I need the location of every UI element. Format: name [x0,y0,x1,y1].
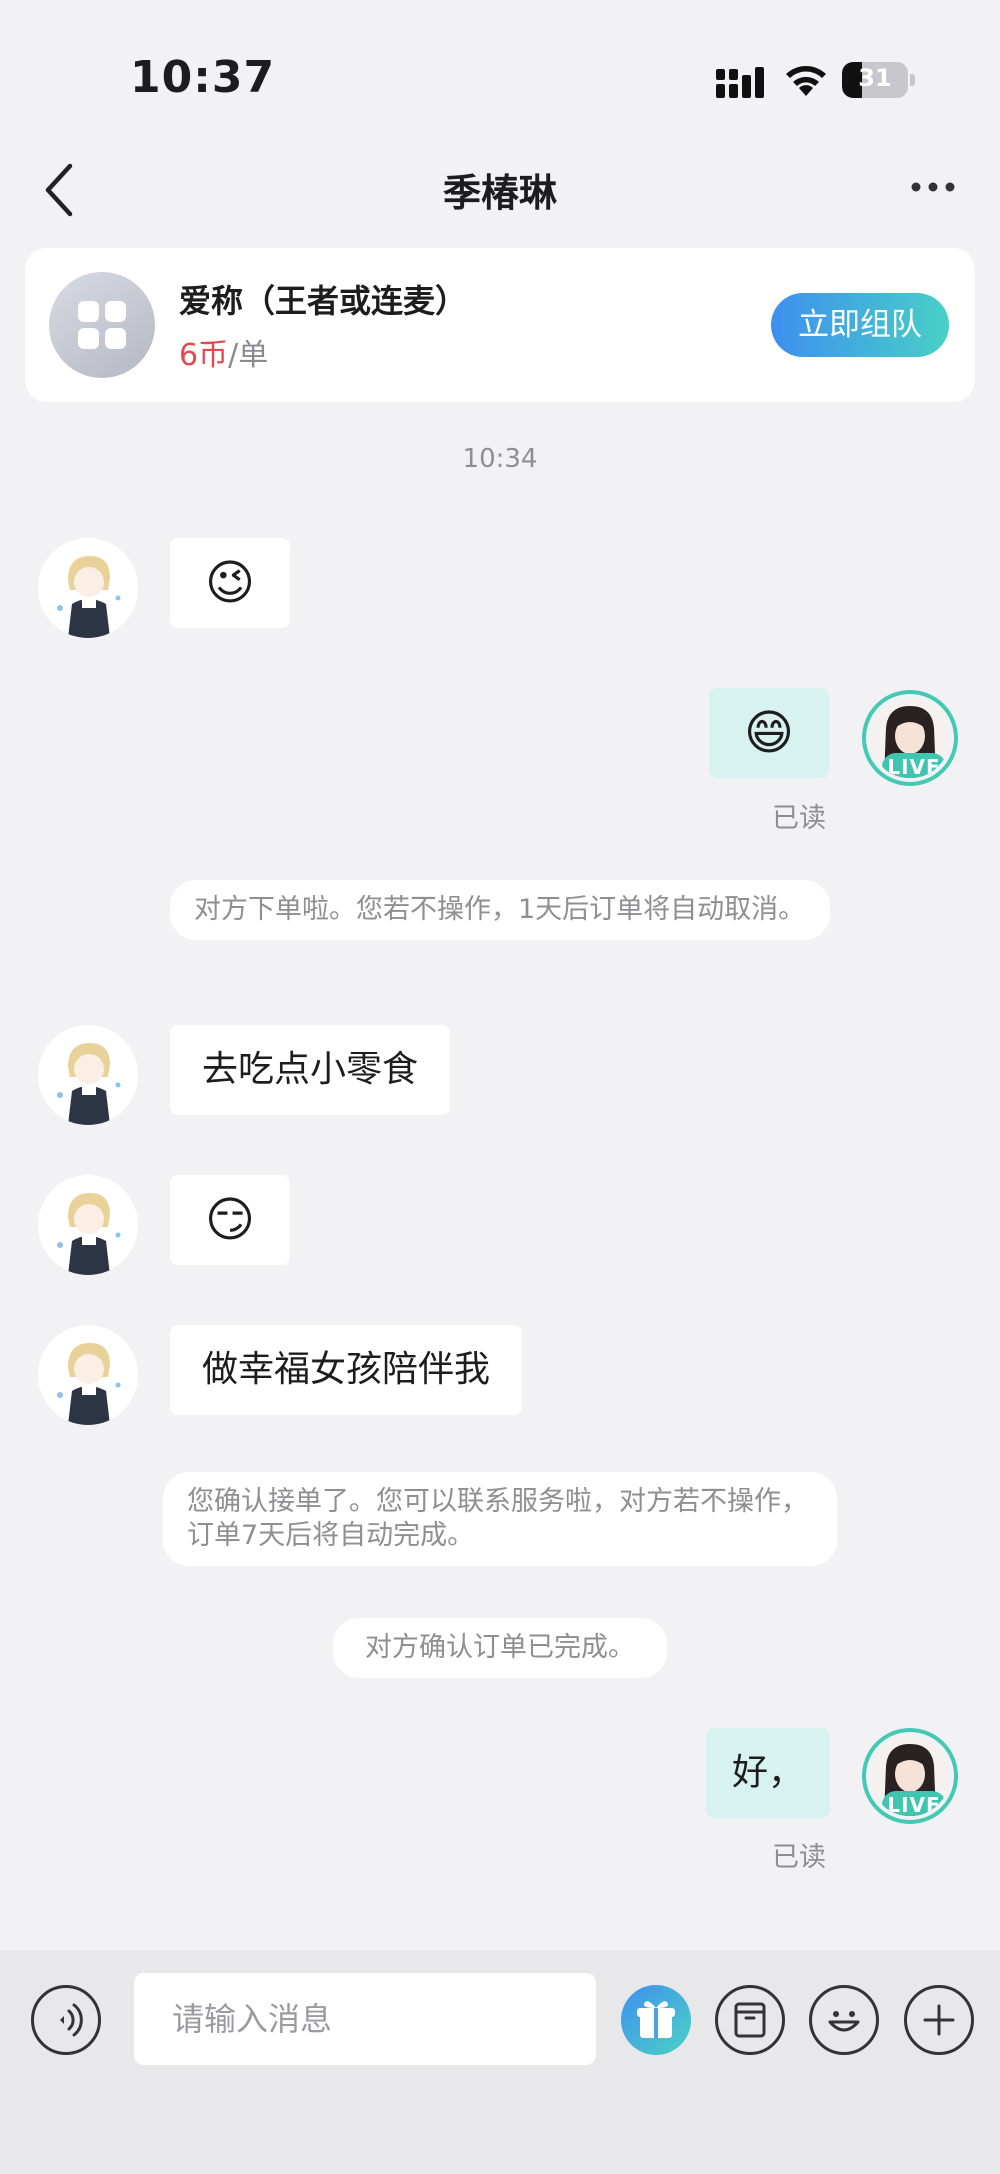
order-icon [734,2002,766,2038]
system-notice: 您确认接单了。您可以联系服务啦，对方若不操作，订单7天后将自动完成。 [163,1472,837,1566]
message-bubble[interactable]: 去吃点小零食 [170,1025,451,1115]
message-bubble[interactable]: 😄 [709,688,829,778]
message-bubble[interactable]: 😉 [170,538,290,628]
plus-icon [923,2004,955,2036]
battery-cap [910,74,915,86]
voice-icon [60,2003,83,2037]
page-title: 季椿琳 [442,171,557,215]
system-notice: 对方确认订单已完成。 [333,1618,667,1678]
price-unit: /单 [228,338,269,373]
my-avatar[interactable]: LIVE [862,690,958,786]
read-receipt: 已读 [772,803,826,834]
message-input[interactable] [134,1973,596,2065]
my-avatar[interactable]: LIVE [862,1728,958,1824]
price-amount: 6币 [179,338,229,373]
message-bubble[interactable]: 好， [706,1728,830,1818]
service-title: 爱称（王者或连麦） [179,282,468,320]
plus-button[interactable] [904,1985,974,2055]
chat-timestamp: 10:34 [462,444,538,474]
team-up-button[interactable]: 立即组队 [771,293,949,357]
message-bubble[interactable]: 😏 [170,1175,290,1265]
service-price: 6币/单 [179,330,268,374]
wifi-icon [786,66,826,96]
read-receipt: 已读 [772,1842,826,1873]
battery-indicator: 31 [842,62,908,98]
order-card: 爱称（王者或连麦） 6币/单 立即组队 [25,248,975,402]
gift-icon [637,2001,675,2038]
contact-avatar[interactable] [38,1325,138,1425]
emoji-button[interactable] [809,1985,879,2055]
gift-button[interactable] [621,1985,691,2055]
emoji-icon [828,2011,860,2032]
signal-icon [716,67,764,98]
battery-level: 31 [858,64,892,92]
contact-avatar[interactable] [38,538,138,638]
contact-avatar[interactable] [38,1025,138,1125]
more-icon[interactable] [908,172,958,202]
status-time: 10:37 [130,52,276,103]
service-icon [49,272,155,378]
contact-avatar[interactable] [38,1175,138,1275]
system-notice: 对方下单啦。您若不操作，1天后订单将自动取消。 [170,880,830,940]
live-badge: LIVE [882,753,946,778]
voice-button[interactable] [31,1985,101,2055]
message-bubble[interactable]: 做幸福女孩陪伴我 [170,1325,523,1415]
live-badge: LIVE [882,1791,946,1816]
order-button[interactable] [715,1985,785,2055]
